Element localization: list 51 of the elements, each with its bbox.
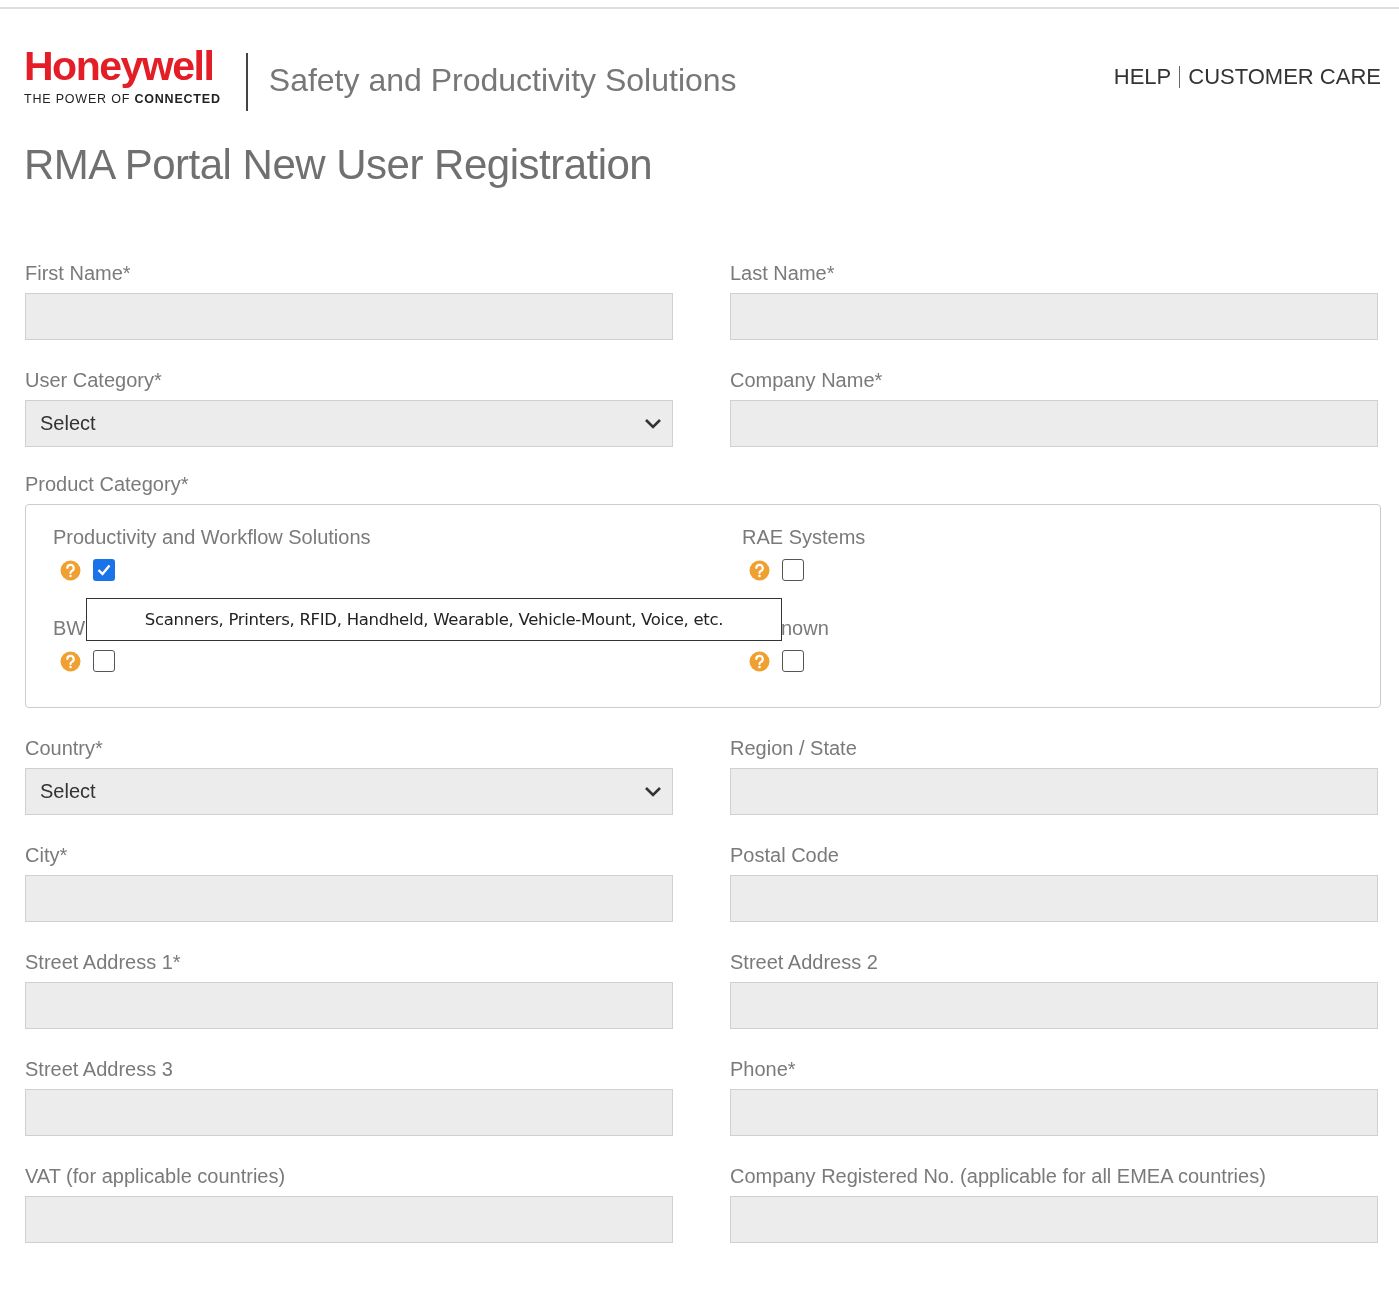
checkbox-label: nown [781,616,829,640]
input-field[interactable] [25,982,673,1029]
input-field[interactable] [730,1196,1378,1243]
checkbox-label: BW [53,616,86,640]
checkmark-icon [97,564,111,576]
checkbox-label: RAE Systems [742,525,866,549]
checkbox[interactable] [782,559,804,581]
field-label: Phone* [730,1057,797,1081]
input-field[interactable] [730,768,1378,815]
site-title: Safety and Productivity Solutions [268,62,737,99]
checkbox[interactable] [93,650,115,672]
field-label: First Name* [25,261,132,285]
field-label: Country* [25,736,104,760]
help-icon[interactable] [749,650,770,672]
input-field[interactable] [730,400,1378,447]
field-label: Street Address 2 [730,950,879,974]
field-label: Company Registered No. (applicable for all EMEA countries) [730,1164,1267,1188]
input-field[interactable] [730,293,1378,340]
input-field[interactable] [25,1089,673,1136]
field-label: VAT (for applicable countries) [25,1164,287,1188]
help-icon[interactable] [60,559,81,581]
field-label: Street Address 3 [25,1057,174,1081]
input-field[interactable] [25,875,673,922]
header-link[interactable]: HELP [1113,64,1172,90]
field-label: City* [25,843,69,867]
input-field[interactable] [730,982,1378,1029]
select-dropdown[interactable]: Select [25,400,673,447]
field-label: User Category* [25,368,163,392]
chevron-down-icon [644,785,662,798]
logo-tagline: THE POWER OF CONNECTED [24,92,221,106]
field-label: Region / State [730,736,858,760]
field-label: Product Category* [25,472,190,496]
help-icon[interactable] [60,650,81,672]
field-label: Company Name* [730,368,884,392]
field-label: Street Address 1* [25,950,182,974]
select-dropdown[interactable]: Select [25,768,673,815]
checkbox-label: Productivity and Workflow Solutions [53,525,371,549]
checkbox[interactable] [93,559,115,581]
help-icon[interactable] [749,559,770,581]
field-label: Postal Code [730,843,840,867]
input-field[interactable] [25,1196,673,1243]
field-label: Last Name* [730,261,836,285]
tooltip: Scanners, Printers, RFID, Handheld, Wearable, Vehicle-Mount, Voice, etc. [86,598,782,641]
page-title: RMA Portal New User Registration [24,141,654,189]
input-field[interactable] [25,293,673,340]
input-field[interactable] [730,1089,1378,1136]
checkbox[interactable] [782,650,804,672]
input-field[interactable] [730,875,1378,922]
chevron-down-icon [644,417,662,430]
logo-wordmark: Honeywell [24,46,215,86]
header-link[interactable]: CUSTOMER CARE [1188,64,1381,90]
